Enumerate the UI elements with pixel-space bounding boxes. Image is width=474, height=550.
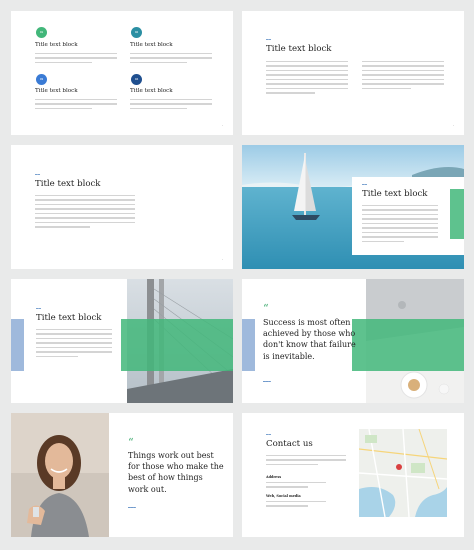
slide-title: Title text block: [35, 179, 101, 189]
item-text-2: [130, 53, 212, 66]
eyebrow-label: ▬▬: [35, 173, 41, 176]
slide-thumbnail-4[interactable]: ▬▬ Title text block: [242, 145, 464, 269]
slide-title: Title text block: [36, 313, 102, 323]
green-overlay-band: [352, 319, 464, 371]
quote-mark-icon: “: [128, 436, 134, 449]
quote-author: ▬▬▬: [263, 380, 271, 383]
eyebrow-label: ▬▬: [266, 38, 272, 41]
item-text-4: [130, 99, 212, 112]
item-title-4: Title text block: [130, 88, 173, 94]
slide-thumbnail-8[interactable]: ▬▬ Contact us Address Web, Social media: [242, 413, 464, 537]
number-badge-2: 02: [131, 27, 142, 38]
quote-author: ▬▬▬: [128, 506, 136, 509]
green-accent-bar: [450, 189, 464, 239]
intro-text: [266, 455, 346, 468]
quote-text: Things work out best for those who make …: [128, 451, 224, 494]
slide-title: Title text block: [266, 44, 332, 54]
eyebrow-label: ▬▬: [36, 307, 42, 310]
number-badge-1: 01: [36, 27, 47, 38]
slide-thumbnail-3[interactable]: ▬▬ Title text block ▪: [11, 145, 233, 269]
blue-accent-bar: [11, 319, 24, 371]
paragraph-text: [362, 205, 438, 245]
text-column-left: [266, 61, 348, 97]
item-title-1: Title text block: [35, 42, 78, 48]
slide-thumbnail-1[interactable]: 01 Title text block 02 Title text block …: [11, 11, 233, 135]
item-title-3: Title text block: [35, 88, 78, 94]
woman-photo: [11, 413, 109, 537]
page-number-mark: ▪: [453, 124, 454, 127]
address-label: Address: [266, 475, 282, 479]
address-text: [266, 482, 326, 491]
slide-thumbnail-6[interactable]: “ Success is most often achieved by thos…: [242, 279, 464, 403]
quote-text: Success is most often achieved by those …: [263, 318, 356, 361]
city-map[interactable]: [359, 429, 447, 517]
number-badge-4: 04: [131, 74, 142, 85]
text-column-right: [362, 61, 444, 92]
slide-thumbnail-7[interactable]: “ Things work out best for those who mak…: [11, 413, 233, 537]
page-number-mark: ▪: [222, 124, 223, 127]
map-pin-icon: [396, 464, 402, 470]
quote-mark-icon: “: [263, 302, 269, 315]
page-number-mark: ▪: [222, 258, 223, 261]
slide-title: Title text block: [362, 189, 428, 199]
number-badge-3: 03: [36, 74, 47, 85]
slide-thumbnail-2[interactable]: ▬▬ Title text block ▪: [242, 11, 464, 135]
social-text: [266, 501, 326, 510]
item-text-3: [35, 99, 117, 112]
green-overlay-band: [121, 319, 233, 371]
item-title-2: Title text block: [130, 42, 173, 48]
paragraph-text: [36, 329, 112, 360]
eyebrow-label: ▬▬: [266, 433, 272, 436]
slide-title: Contact us: [266, 439, 313, 449]
paragraph-text: [35, 195, 135, 231]
slide-thumbnail-5[interactable]: ▬▬ Title text block: [11, 279, 233, 403]
social-label: Web, Social media: [266, 494, 301, 498]
item-text-1: [35, 53, 117, 66]
eyebrow-label: ▬▬: [362, 183, 368, 186]
blue-accent-bar: [242, 319, 255, 371]
